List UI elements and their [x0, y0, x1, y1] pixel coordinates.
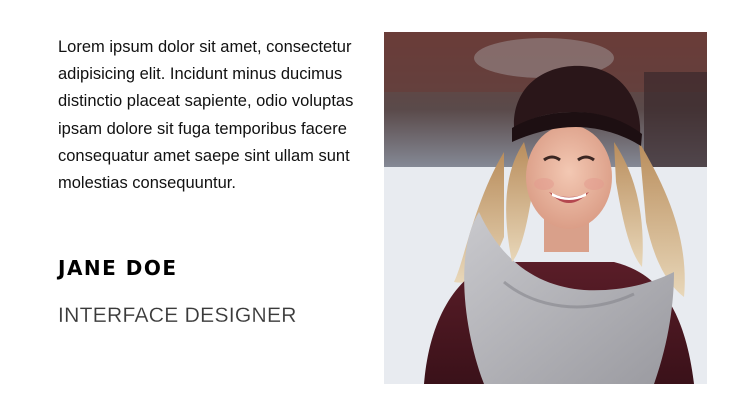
profile-role: INTERFACE DESIGNER: [58, 304, 297, 327]
profile-name: JANE DOE: [58, 256, 178, 280]
profile-photo: [384, 32, 707, 384]
profile-quote: Lorem ipsum dolor sit amet, consectetur …: [58, 38, 354, 193]
profile-card: Lorem ipsum dolor sit amet, consectetur …: [0, 0, 755, 417]
